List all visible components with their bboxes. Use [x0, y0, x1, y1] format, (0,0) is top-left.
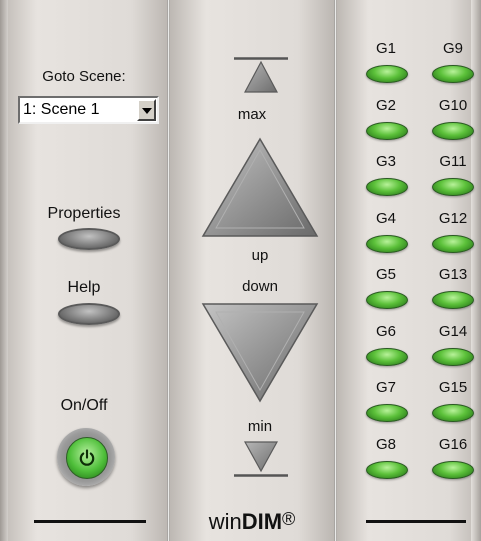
properties-label: Properties: [47, 205, 121, 222]
group-button[interactable]: [432, 404, 474, 422]
group-label: G13: [438, 266, 468, 283]
help-label: Help: [67, 279, 101, 296]
brand-win: win: [208, 509, 242, 534]
group-button[interactable]: [366, 178, 408, 196]
panel-divider: [334, 0, 337, 541]
group-label: G11: [439, 153, 467, 170]
group-button[interactable]: [366, 347, 408, 366]
group-label: G12: [438, 209, 468, 227]
group-button[interactable]: [432, 291, 474, 309]
group-label: G8: [375, 435, 396, 453]
min-button[interactable]: [232, 438, 290, 478]
min-label: min: [247, 418, 273, 435]
scene-select[interactable]: 1: Scene 1: [18, 96, 159, 124]
properties-button[interactable]: [58, 228, 120, 250]
down-label: down: [242, 278, 278, 295]
chevron-down-icon[interactable]: [137, 99, 156, 121]
group-label: G3: [375, 153, 396, 170]
help-button[interactable]: [58, 303, 120, 325]
group-label: G9: [442, 40, 463, 57]
scene-select-value: 1: Scene 1: [23, 101, 100, 118]
status-bar: [366, 520, 466, 523]
group-button[interactable]: [432, 347, 474, 366]
group-label: G1: [375, 40, 396, 57]
status-bar: [34, 520, 146, 523]
group-button[interactable]: [366, 291, 408, 309]
group-button[interactable]: [432, 234, 474, 253]
onoff-label: On/Off: [60, 397, 108, 414]
max-label: max: [237, 106, 267, 123]
group-label: G5: [375, 266, 396, 283]
power-button-face: [66, 437, 108, 479]
group-label: G15: [438, 379, 468, 396]
group-label: G6: [375, 322, 396, 340]
group-button[interactable]: [432, 121, 474, 140]
group-label: G4: [375, 209, 396, 227]
group-button[interactable]: [366, 121, 408, 140]
brand-registered-mark: ®: [282, 509, 296, 529]
group-button[interactable]: [366, 65, 408, 83]
group-label: G2: [375, 96, 396, 114]
group-label: G16: [438, 435, 468, 453]
group-label: G14: [438, 322, 468, 340]
group-button[interactable]: [366, 460, 408, 479]
power-button[interactable]: [57, 428, 115, 486]
group-label: G10: [438, 96, 468, 114]
group-button[interactable]: [432, 178, 474, 196]
down-button[interactable]: [200, 300, 320, 404]
up-label: up: [251, 247, 269, 264]
goto-scene-label: Goto Scene:: [42, 68, 126, 85]
max-button[interactable]: [232, 56, 290, 96]
windim-logo: winDIM®: [170, 509, 334, 535]
group-button[interactable]: [432, 65, 474, 83]
power-icon: [79, 449, 95, 466]
brand-dim: DIM: [241, 509, 283, 534]
group-button[interactable]: [366, 234, 408, 253]
up-button[interactable]: [200, 136, 320, 240]
group-button[interactable]: [366, 404, 408, 422]
group-button[interactable]: [432, 460, 474, 479]
windim-control-panel: Goto Scene: 1: Scene 1 Properties Help O…: [0, 0, 481, 541]
group-label: G7: [375, 379, 396, 396]
